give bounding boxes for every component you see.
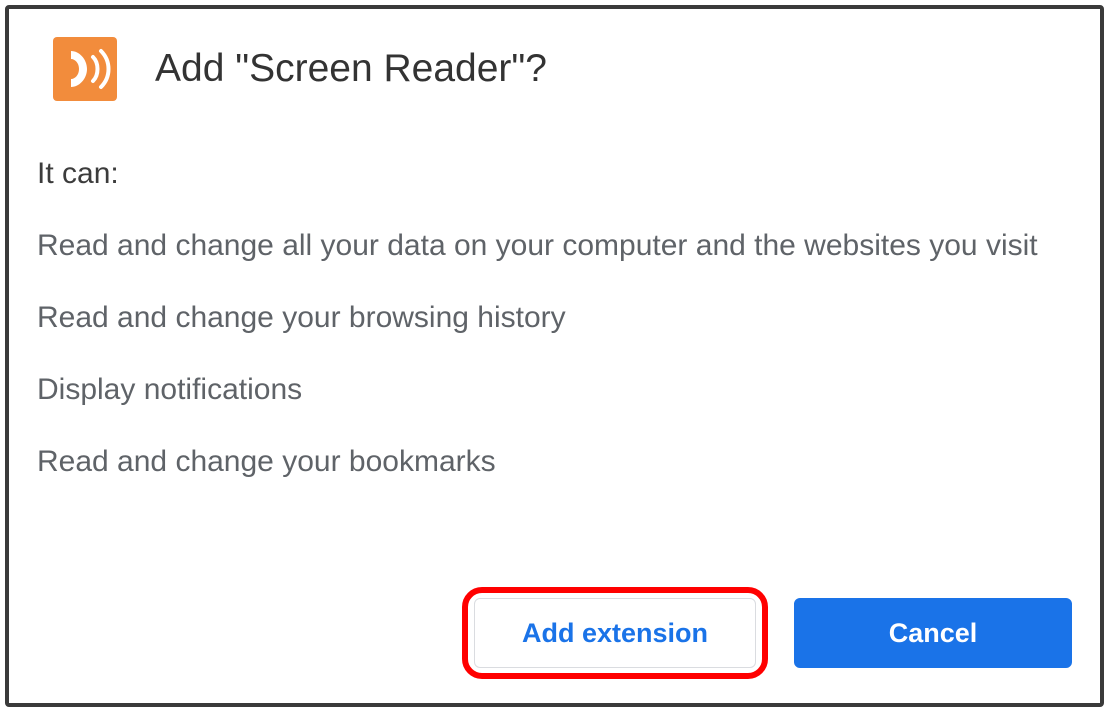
dialog-buttons: Add extension Cancel	[462, 587, 1072, 679]
permission-item: Read and change your bookmarks	[37, 441, 1076, 483]
permission-item: Display notifications	[37, 369, 1076, 411]
permissions-heading: It can:	[37, 157, 1076, 191]
dialog-header: Add "Screen Reader"?	[53, 37, 1076, 101]
dialog-title: Add "Screen Reader"?	[155, 47, 547, 91]
cancel-button[interactable]: Cancel	[794, 598, 1072, 668]
permission-item: Read and change all your data on your co…	[37, 225, 1076, 267]
dialog-content: It can: Read and change all your data on…	[37, 157, 1076, 483]
permission-item: Read and change your browsing history	[37, 297, 1076, 339]
extension-install-dialog: Add "Screen Reader"? It can: Read and ch…	[5, 5, 1104, 707]
screen-reader-icon	[53, 37, 117, 101]
add-extension-button[interactable]: Add extension	[474, 598, 756, 668]
add-button-highlight: Add extension	[462, 587, 768, 679]
